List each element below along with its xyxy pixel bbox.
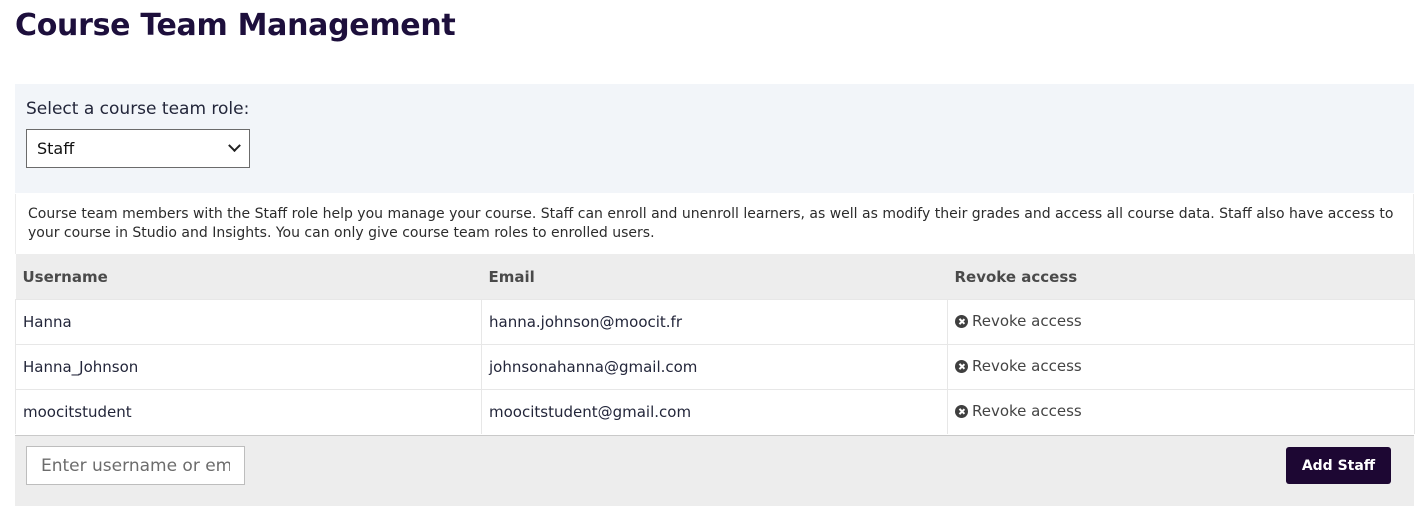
table-row: Hanna hanna.johnson@moocit.fr Revoke acc…	[15, 299, 1415, 345]
role-select-dropdown[interactable]: Staff	[26, 129, 250, 168]
role-description: Course team members with the Staff role …	[15, 194, 1414, 254]
column-header-revoke: Revoke access	[947, 254, 1415, 300]
table-header-row: Username Email Revoke access	[15, 254, 1415, 300]
column-header-email: Email	[481, 254, 948, 300]
email-cell: hanna.johnson@moocit.fr	[481, 299, 948, 345]
revoke-access-label: Revoke access	[972, 402, 1082, 421]
add-member-input[interactable]	[26, 446, 245, 485]
revoke-cell: Revoke access	[947, 344, 1415, 390]
role-selector-panel: Select a course team role: Staff	[15, 84, 1414, 193]
username-cell: moocitstudent	[15, 389, 482, 434]
revoke-access-button[interactable]: Revoke access	[955, 402, 1082, 420]
role-select-label: Select a course team role:	[26, 99, 250, 119]
revoke-access-label: Revoke access	[972, 312, 1082, 331]
table-row: moocitstudent moocitstudent@gmail.com Re…	[15, 389, 1415, 434]
course-team-page: Course Team Management Select a course t…	[0, 0, 1426, 516]
username-cell: Hanna	[15, 299, 482, 345]
revoke-access-label: Revoke access	[972, 357, 1082, 376]
revoke-cell: Revoke access	[947, 389, 1415, 434]
email-cell: moocitstudent@gmail.com	[481, 389, 948, 434]
times-circle-icon	[955, 314, 968, 328]
add-staff-button[interactable]: Add Staff	[1286, 447, 1391, 484]
email-cell: johnsonahanna@gmail.com	[481, 344, 948, 390]
role-select-value: Staff	[37, 139, 75, 158]
times-circle-icon	[955, 404, 968, 418]
revoke-access-button[interactable]: Revoke access	[955, 357, 1082, 375]
page-title: Course Team Management	[15, 8, 456, 43]
revoke-cell: Revoke access	[947, 299, 1415, 345]
revoke-access-button[interactable]: Revoke access	[955, 312, 1082, 330]
username-cell: Hanna_Johnson	[15, 344, 482, 390]
add-member-bar: Add Staff	[15, 435, 1414, 506]
team-members-table: Username Email Revoke access Hanna hanna…	[15, 254, 1415, 434]
table-row: Hanna_Johnson johnsonahanna@gmail.com Re…	[15, 344, 1415, 390]
chevron-down-icon	[228, 139, 241, 153]
column-header-username: Username	[15, 254, 482, 300]
times-circle-icon	[955, 359, 968, 373]
